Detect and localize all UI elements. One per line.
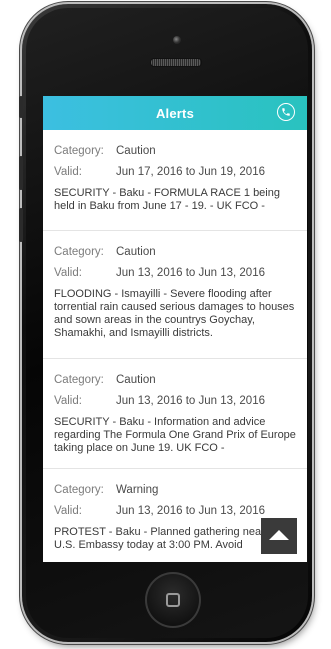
earpiece-speaker	[150, 58, 202, 67]
home-button[interactable]	[145, 572, 201, 628]
valid-value: Jun 13, 2016 to Jun 13, 2016	[116, 267, 265, 279]
volume-up-button	[19, 156, 23, 190]
category-row: Category: Caution	[54, 144, 296, 158]
category-value: Caution	[116, 246, 156, 258]
alert-item[interactable]: Category: Caution Valid: Jun 17, 2016 to…	[43, 130, 307, 231]
app-header: Alerts	[43, 96, 307, 130]
alerts-list[interactable]: Category: Caution Valid: Jun 17, 2016 to…	[43, 130, 307, 562]
category-row: Category: Caution	[54, 373, 296, 387]
valid-label: Valid:	[54, 395, 82, 407]
category-label: Category:	[54, 484, 104, 496]
category-row: Category: Warning	[54, 483, 296, 497]
category-value: Caution	[116, 145, 156, 157]
valid-label: Valid:	[54, 267, 82, 279]
stage: Alerts Category: Caution Valid: Jun 17, …	[0, 0, 331, 649]
home-button-icon	[166, 593, 180, 607]
valid-value: Jun 13, 2016 to Jun 13, 2016	[116, 505, 265, 517]
phone-icon[interactable]	[277, 103, 295, 121]
category-value: Caution	[116, 374, 156, 386]
category-label: Category:	[54, 145, 104, 157]
alert-description: FLOODING - Ismayilli - Severe flooding a…	[54, 288, 295, 339]
valid-value: Jun 17, 2016 to Jun 19, 2016	[116, 166, 265, 178]
alert-description: SECURITY - Baku - FORMULA RACE 1 being h…	[54, 187, 280, 212]
category-label: Category:	[54, 374, 104, 386]
phone-icon-glyph	[282, 108, 290, 116]
alert-item[interactable]: Category: Caution Valid: Jun 13, 2016 to…	[43, 231, 307, 359]
valid-row: Valid: Jun 13, 2016 to Jun 13, 2016	[54, 394, 296, 408]
valid-row: Valid: Jun 17, 2016 to Jun 19, 2016	[54, 165, 296, 179]
arrow-up-icon	[269, 530, 289, 540]
valid-row: Valid: Jun 13, 2016 to Jun 13, 2016	[54, 504, 296, 518]
page-title: Alerts	[155, 105, 195, 121]
valid-row: Valid: Jun 13, 2016 to Jun 13, 2016	[54, 266, 296, 280]
category-label: Category:	[54, 246, 104, 258]
scroll-to-top-button[interactable]	[261, 518, 297, 554]
alert-item[interactable]: Category: Caution Valid: Jun 13, 2016 to…	[43, 359, 307, 469]
valid-label: Valid:	[54, 505, 82, 517]
mute-switch	[19, 96, 23, 118]
front-camera	[173, 36, 181, 44]
volume-down-button	[19, 208, 23, 242]
alert-description: PROTEST - Baku - Planned gathering near …	[54, 526, 284, 551]
category-value: Warning	[116, 484, 159, 496]
valid-label: Valid:	[54, 166, 82, 178]
app-screen: Alerts Category: Caution Valid: Jun 17, …	[43, 96, 307, 562]
category-row: Category: Caution	[54, 245, 296, 259]
alert-description: SECURITY - Baku - Information and advice…	[54, 416, 296, 454]
valid-value: Jun 13, 2016 to Jun 13, 2016	[116, 395, 265, 407]
